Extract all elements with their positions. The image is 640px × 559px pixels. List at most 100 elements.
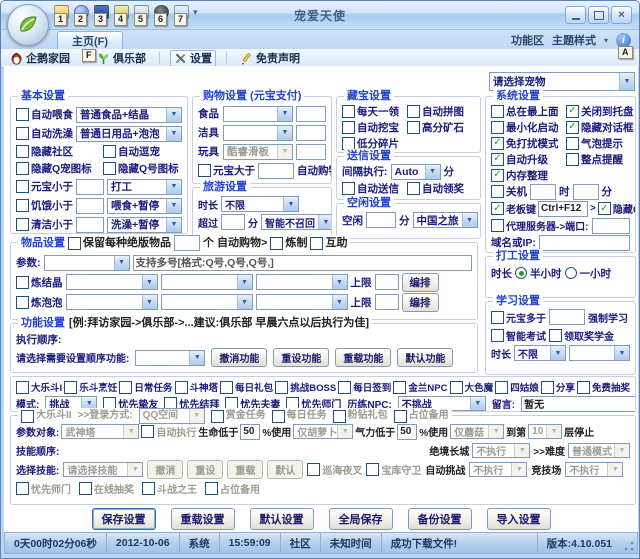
toolbar-item-club[interactable]: 俱乐部 — [94, 50, 149, 66]
daily-claim-checkbox[interactable]: 每天一领 — [342, 104, 404, 119]
shutdown-checkbox[interactable]: 关机 — [491, 184, 527, 199]
scholarship-checkbox[interactable]: 领取奖学金 — [549, 328, 614, 343]
items-param-dropdown[interactable]: ▼ — [43, 254, 130, 271]
ribbon-area-button[interactable]: 功能区 — [511, 32, 544, 48]
proxy-checkbox[interactable]: 代理服务器->端口: — [491, 218, 589, 233]
cleanser-qty-input[interactable] — [296, 124, 326, 141]
feature-checkbox-signin[interactable]: 每日签到 — [338, 380, 391, 394]
function-order-dropdown[interactable]: ▼ — [135, 349, 206, 366]
feature-checkbox-free-draw[interactable]: 免费抽奖 — [576, 380, 630, 394]
bubble-tip-checkbox[interactable]: 气泡提示 — [566, 136, 623, 151]
toolbar-item-settings[interactable]: 设置 — [170, 49, 216, 67]
auto-exec-checkbox[interactable]: 自动执行 — [141, 424, 196, 439]
shutdown-minute-input[interactable] — [572, 183, 599, 200]
hide-qnum-icon-checkbox[interactable]: 隐藏Q号图标 — [103, 161, 179, 176]
close-to-tray-checkbox[interactable]: 关闭到托盘 — [566, 104, 634, 119]
boss-key-checkbox[interactable]: 老板键 — [491, 201, 536, 216]
dld2-checkbox[interactable]: 大乐斗II — [21, 409, 72, 423]
yuanbao-greater-checkbox[interactable]: 元宝大于 — [198, 163, 255, 178]
hunger-threshold-input[interactable] — [76, 197, 104, 214]
food-qty-input[interactable] — [296, 105, 326, 122]
auto-dig-checkbox[interactable]: 自动挖宝 — [342, 120, 404, 135]
dnd-mode-checkbox[interactable]: 免打扰模式 — [491, 136, 563, 151]
crystal-dropdown-1[interactable]: ▼ — [65, 274, 158, 290]
auto-tease-checkbox[interactable]: 自动逗宠 — [103, 144, 160, 159]
app-menu-orb-button[interactable] — [7, 4, 49, 46]
yuanbao-more-checkbox[interactable]: 元宝多于 — [491, 310, 546, 325]
feature-checkbox-dld1[interactable]: 大乐斗I — [16, 380, 62, 394]
hourly-remind-checkbox[interactable]: 整点提醒 — [566, 152, 623, 167]
feature-checkbox-daily-task[interactable]: 日常任务 — [119, 380, 172, 394]
fight-king-checkbox[interactable]: 斗战之王 — [142, 481, 197, 496]
hp-threshold-input[interactable] — [240, 423, 261, 440]
bathe-option-dropdown[interactable]: 普通日用品+泡泡 ▼ — [76, 125, 182, 142]
letter-interval-dropdown[interactable]: Auto ▼ — [390, 163, 441, 180]
hide-qpet-icon-checkbox[interactable]: 隐藏Q宠图标 — [16, 161, 100, 176]
feature-checkbox-boss[interactable]: 挑战BOSS — [275, 380, 336, 394]
bubble-dropdown-2[interactable]: ▼ — [160, 294, 253, 310]
bounty-task-checkbox[interactable]: 赏金任务 — [210, 409, 266, 423]
keep-rare-items-checkbox[interactable]: 保留每种绝版物品 — [68, 236, 171, 250]
baoku-checkbox[interactable]: 宝库守卫 — [366, 462, 421, 477]
reset-function-button[interactable]: 重设功能 — [273, 348, 330, 367]
default-function-button[interactable]: 默认功能 — [397, 348, 454, 367]
bubble-dropdown-3[interactable]: ▼ — [255, 294, 348, 310]
boss-key-input[interactable] — [538, 200, 588, 217]
resize-grip[interactable] — [623, 540, 635, 552]
prefer-master2-checkbox[interactable]: 忧先师门 — [16, 481, 71, 496]
backup-settings-button[interactable]: 备份设置 — [407, 508, 472, 530]
memory-cleanup-checkbox[interactable]: 内存整理 — [491, 168, 548, 183]
undo-function-button[interactable]: 撤消功能 — [211, 348, 268, 367]
minimize-button[interactable] — [565, 6, 586, 24]
multi-account-input[interactable] — [132, 254, 472, 271]
hide-community-checkbox[interactable]: 隐藏社区 — [16, 144, 100, 159]
placeholder-checkbox[interactable]: 占位备用 — [393, 409, 449, 423]
feature-checkbox-jinlan-npc[interactable]: 金兰NPC — [393, 380, 447, 394]
clean-less-checkbox[interactable]: 清洁小于 — [16, 217, 73, 232]
feature-checkbox-siguniang[interactable]: 四姑娘 — [495, 380, 539, 394]
bubble-arrange-button[interactable]: 编排 — [401, 292, 439, 312]
toolbar-item-penguin-home[interactable]: 企鹅家园 — [7, 50, 73, 66]
smart-exam-checkbox[interactable]: 智能考试 — [491, 328, 546, 343]
toolbar-item-disclaimer[interactable]: 免责声明 — [237, 50, 303, 66]
mp-threshold-input[interactable] — [397, 423, 418, 440]
save-settings-button[interactable]: 保存设置 — [91, 508, 156, 530]
toy-qty-input[interactable] — [296, 143, 326, 160]
theme-style-button[interactable]: 主题样式 — [552, 32, 596, 48]
hunger-action-dropdown[interactable]: 喂食+暂停 ▼ — [107, 197, 182, 214]
one-hour-radio[interactable]: 一小时 — [564, 266, 611, 281]
clean-threshold-input[interactable] — [76, 216, 104, 233]
maximize-button[interactable] — [588, 6, 609, 24]
feed-option-dropdown[interactable]: 普通食品+结晶 ▼ — [76, 106, 182, 123]
food-dropdown[interactable]: ▼ — [223, 105, 293, 122]
mutual-help-checkbox[interactable]: 互助 — [310, 236, 347, 250]
auto-send-letter-checkbox[interactable]: 自动送信 — [342, 181, 404, 196]
reload-settings-button[interactable]: 重载设置 — [170, 508, 235, 530]
tab-home[interactable]: 主页(F) F — [57, 31, 124, 62]
close-button[interactable]: × — [611, 6, 632, 24]
high-ore-checkbox[interactable]: 高分矿石 — [407, 120, 464, 135]
reload-function-button[interactable]: 重载功能 — [335, 348, 392, 367]
idle-action-dropdown[interactable]: 中国之旅 ▼ — [412, 212, 478, 228]
feature-checkbox-tower[interactable]: 斗神塔 — [174, 380, 218, 394]
half-hour-radio[interactable]: 半小时 — [515, 266, 562, 281]
domain-ip-input[interactable] — [538, 234, 630, 251]
study-threshold-input[interactable] — [549, 309, 585, 325]
idle-minutes-input[interactable] — [366, 212, 396, 228]
message-input[interactable] — [521, 395, 635, 412]
bubble-limit-input[interactable] — [374, 294, 399, 310]
feature-checkbox-dasemo[interactable]: 大色魔 — [449, 380, 493, 394]
yuanbao-greater-input[interactable] — [258, 162, 294, 179]
chevron-down-icon[interactable]: ▾ — [604, 36, 608, 45]
keep-count-input[interactable] — [174, 235, 200, 251]
hunger-less-checkbox[interactable]: 饥饿小于 — [16, 198, 73, 213]
cleanser-dropdown[interactable]: ▼ — [223, 124, 293, 141]
travel-duration-dropdown[interactable]: 不限 ▼ — [221, 196, 299, 212]
crystal-dropdown-3[interactable]: ▼ — [255, 274, 348, 290]
online-draw-checkbox[interactable]: 在线抽奖 — [79, 481, 134, 496]
crystal-dropdown-2[interactable]: ▼ — [160, 274, 253, 290]
feature-checkbox-daily-gift[interactable]: 每日礼包 — [220, 380, 273, 394]
always-on-top-checkbox[interactable]: 总在最上面 — [491, 104, 563, 119]
study-course-dropdown[interactable]: ▼ — [569, 345, 630, 361]
auto-upgrade-checkbox[interactable]: 自动升级 — [491, 152, 563, 167]
